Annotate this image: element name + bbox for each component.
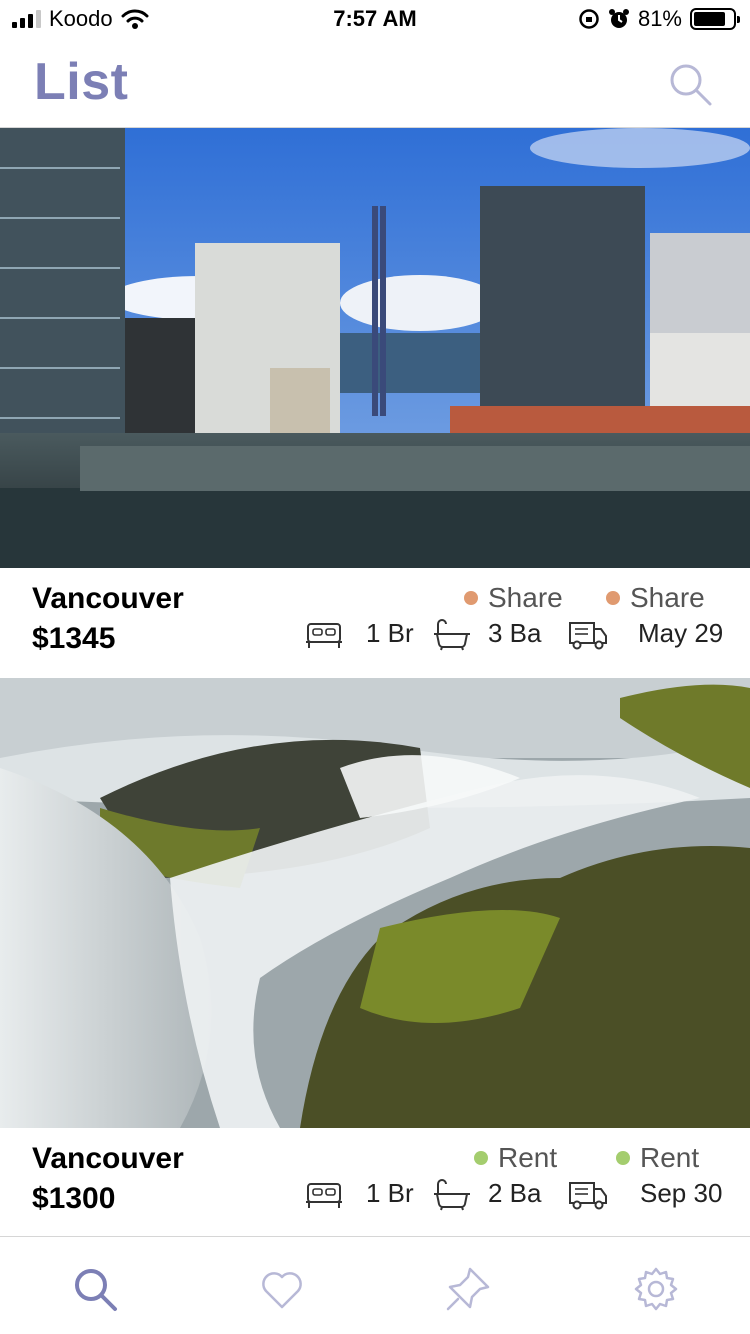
bedrooms: 1 Br [366, 618, 414, 648]
listing-tag: Share [464, 582, 563, 614]
tab-bar [0, 1236, 750, 1334]
moving-truck-icon [569, 622, 607, 650]
battery-icon [690, 8, 740, 30]
search-icon[interactable] [666, 60, 714, 108]
rent-dot [616, 1151, 630, 1165]
listing-card[interactable]: Vancouver $1300 Rent Rent 1 Br 2 Ba Sep … [0, 678, 750, 1236]
listing-info: Vancouver $1300 Rent Rent 1 Br 2 Ba Sep … [0, 1128, 750, 1236]
bathrooms: 3 Ba [488, 618, 542, 648]
pin-icon[interactable] [444, 1265, 492, 1313]
bed-icon [306, 1183, 342, 1208]
rent-dot [474, 1151, 488, 1165]
listing-price: $1300 [32, 1182, 116, 1215]
bathtub-icon [434, 1179, 470, 1211]
moving-truck-icon [569, 1182, 607, 1210]
move-in-date: May 29 [638, 618, 724, 648]
page-title: List [34, 53, 129, 111]
search-icon[interactable] [71, 1265, 119, 1313]
bathtub-icon [434, 619, 470, 651]
bed-icon [306, 623, 342, 648]
city-skyline-photo[interactable] [0, 128, 750, 568]
status-bar: Koodo 7:57 AM 81% [0, 0, 750, 40]
listing-tag: Rent [616, 1142, 699, 1174]
battery-percent: 81% [637, 6, 682, 31]
listing-tag: Share [606, 582, 705, 614]
heart-icon[interactable] [258, 1265, 306, 1313]
waterfall-photo[interactable] [0, 678, 750, 1128]
move-in-date: Sep 30 [640, 1178, 723, 1208]
navigation-header: List [0, 40, 750, 128]
rotation-lock-icon [579, 9, 599, 29]
listing-city: Vancouver [32, 1142, 184, 1175]
bedrooms: 1 Br [366, 1178, 414, 1208]
listing-card[interactable]: Vancouver $1345 Share Share 1 Br 3 Ba Ma… [0, 128, 750, 678]
gear-icon[interactable] [632, 1265, 680, 1313]
alarm-icon [608, 9, 629, 28]
share-dot [464, 591, 478, 605]
listing-city: Vancouver [32, 582, 184, 615]
listing-tag: Rent [474, 1142, 557, 1174]
share-dot [606, 591, 620, 605]
listing-info: Vancouver $1345 Share Share 1 Br 3 Ba Ma… [0, 568, 750, 678]
bathrooms: 2 Ba [488, 1178, 542, 1208]
listing-price: $1345 [32, 622, 116, 655]
